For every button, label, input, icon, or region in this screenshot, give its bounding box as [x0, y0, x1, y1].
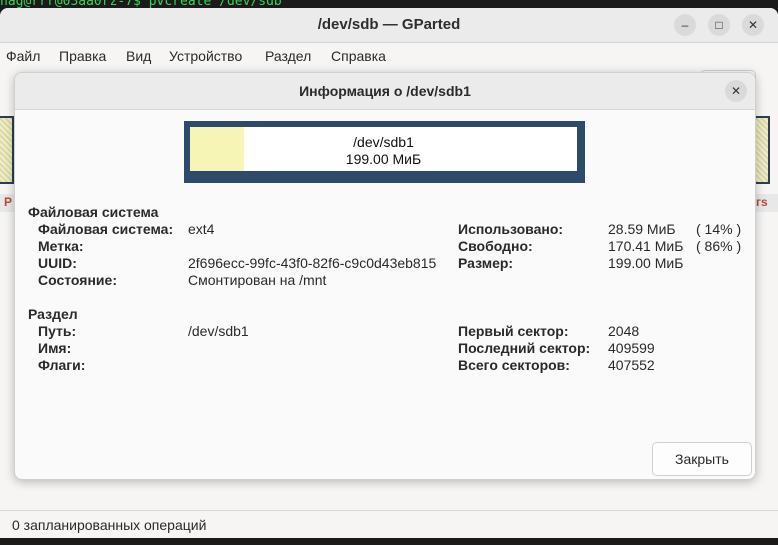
fs-type-label: Файловая система:: [38, 221, 174, 237]
last-sector-label: Последний сектор:: [458, 340, 591, 356]
used-value: 28.59 МиБ: [608, 221, 676, 237]
free-value: 170.41 МиБ: [608, 238, 684, 254]
total-sectors-label: Всего секторов:: [458, 357, 570, 373]
menu-partition[interactable]: Раздел: [265, 48, 311, 64]
free-label: Свободно:: [458, 238, 533, 254]
name-label: Имя:: [38, 340, 72, 356]
menu-device[interactable]: Устройство: [169, 48, 242, 64]
disk-graph-right-edge: [754, 116, 770, 184]
menu-help[interactable]: Справка: [331, 48, 386, 64]
dialog-close-icon[interactable]: ✕: [725, 80, 747, 102]
disk-graph-left-edge: [0, 116, 14, 184]
partition-section-title: Раздел: [28, 306, 78, 322]
last-sector-value: 409599: [608, 340, 655, 356]
menubar: Файл Правка Вид Устройство Раздел Справк…: [0, 44, 778, 70]
window-titlebar[interactable]: /dev/sdb — GParted – □ ✕: [0, 8, 778, 43]
status-bar: 0 запланированных операций: [0, 510, 778, 538]
fs-label-label: Метка:: [38, 238, 84, 254]
path-value: /dev/sdb1: [188, 323, 249, 339]
flags-label: Флаги:: [38, 357, 86, 373]
maximize-button[interactable]: □: [708, 14, 730, 36]
close-button[interactable]: Закрыть: [652, 442, 752, 476]
partition-graphic-size: 199.00 МиБ: [345, 151, 422, 167]
dialog-title: Информация о /dev/sdb1: [299, 83, 471, 99]
first-sector-value: 2048: [608, 323, 640, 339]
minimize-button[interactable]: –: [674, 14, 696, 36]
size-value: 199.00 МиБ: [608, 255, 684, 271]
filesystem-section-title: Файловая система: [28, 204, 159, 220]
used-percent: ( 14% ): [696, 221, 742, 237]
first-sector-label: Первый сектор:: [458, 323, 569, 339]
total-sectors-value: 407552: [608, 357, 655, 373]
dialog-header[interactable]: Информация о /dev/sdb1 ✕: [15, 73, 755, 110]
free-percent: ( 86% ): [696, 238, 742, 254]
size-label: Размер:: [458, 255, 514, 271]
fs-type-value: ext4: [188, 221, 215, 237]
partition-graphic: /dev/sdb1 199.00 МиБ: [184, 121, 585, 183]
menu-file[interactable]: Файл: [6, 48, 40, 64]
state-label: Состояние:: [38, 272, 117, 288]
menu-edit[interactable]: Правка: [59, 48, 106, 64]
used-label: Использовано:: [458, 221, 564, 237]
pending-operations-text: 0 запланированных операций: [12, 517, 207, 533]
uuid-value: 2f696ecc-99fc-43f0-82f6-c9c0d43eb815: [188, 255, 437, 271]
window-title: /dev/sdb — GParted: [317, 16, 461, 33]
path-label: Путь:: [38, 323, 77, 339]
menu-view[interactable]: Вид: [126, 48, 151, 64]
terminal-background-text: nag@rrr@03aa0rz-7$ pvcreate /dev/sdb: [0, 0, 282, 8]
uuid-label: UUID:: [38, 255, 77, 271]
state-value: Смонтирован на /mnt: [188, 272, 327, 288]
partition-graphic-name: /dev/sdb1: [353, 134, 414, 150]
window-close-button[interactable]: ✕: [742, 14, 764, 36]
partition-info-dialog: Информация о /dev/sdb1 ✕ /dev/sdb1 199.0…: [14, 72, 756, 480]
